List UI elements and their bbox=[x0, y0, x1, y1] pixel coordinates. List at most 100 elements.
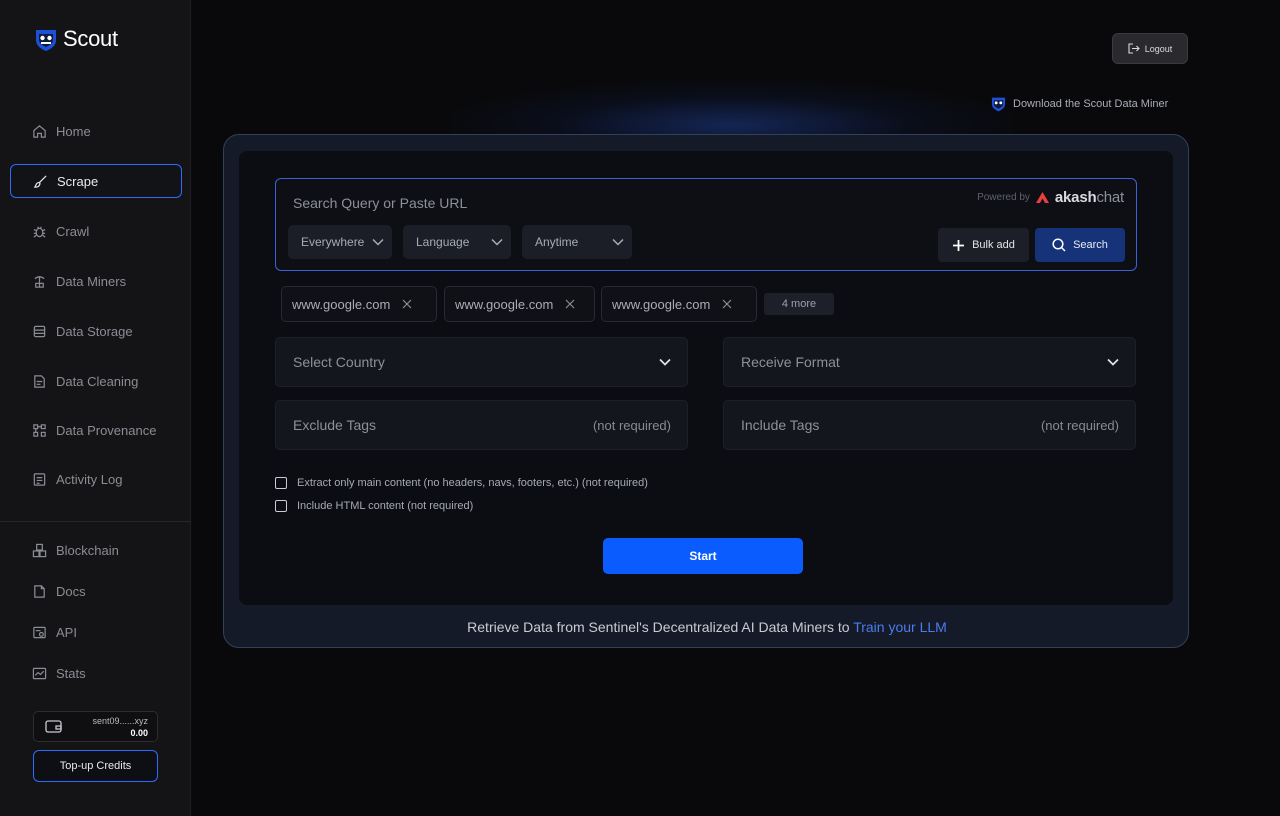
select-country-dropdown[interactable]: Select Country bbox=[275, 337, 688, 387]
filter-everywhere-dropdown[interactable]: Everywhere bbox=[288, 225, 392, 259]
sidebar-item-label: Crawl bbox=[56, 223, 90, 239]
train-llm-link[interactable]: Train your LLM bbox=[853, 619, 947, 635]
url-chip-label: www.google.com bbox=[292, 296, 391, 312]
sidebar-item-scrape[interactable]: Scrape bbox=[10, 164, 182, 198]
brand-suffix: chat bbox=[1096, 189, 1124, 206]
filter-label: Language bbox=[416, 235, 470, 249]
sidebar-item-home[interactable]: Home bbox=[10, 114, 182, 148]
chevron-down-icon bbox=[491, 238, 503, 246]
receive-format-dropdown[interactable]: Receive Format bbox=[723, 337, 1136, 387]
sidebar-divider bbox=[0, 521, 191, 522]
wallet-address: sent09......xyz bbox=[92, 716, 148, 726]
akash-logo-icon bbox=[1035, 191, 1049, 203]
sidebar-item-data-miners[interactable]: Data Miners bbox=[10, 264, 182, 298]
chevron-down-icon bbox=[659, 358, 671, 366]
url-chip-label: www.google.com bbox=[612, 296, 711, 312]
search-input[interactable]: Search Query or Paste URL bbox=[293, 195, 467, 211]
sidebar-item-label: Data Storage bbox=[56, 323, 133, 339]
close-icon[interactable] bbox=[722, 299, 732, 309]
topup-credits-button[interactable]: Top-up Credits bbox=[33, 750, 158, 782]
logout-button[interactable]: Logout bbox=[1112, 33, 1188, 64]
logo[interactable]: Scout bbox=[33, 26, 118, 52]
sidebar-item-data-storage[interactable]: Data Storage bbox=[10, 314, 182, 348]
chevron-down-icon bbox=[372, 238, 384, 246]
main-content-label: Extract only main content (no headers, n… bbox=[297, 477, 648, 489]
sidebar-item-label: Data Provenance bbox=[56, 422, 157, 438]
sidebar-item-activity-log[interactable]: Activity Log bbox=[10, 462, 182, 496]
format-placeholder: Receive Format bbox=[741, 354, 840, 370]
sidebar-item-blockchain[interactable]: Blockchain bbox=[10, 533, 182, 567]
sidebar-item-data-cleaning[interactable]: Data Cleaning bbox=[10, 364, 182, 398]
close-icon[interactable] bbox=[402, 299, 412, 309]
include-tags-input[interactable]: Include Tags (not required) bbox=[723, 400, 1136, 450]
more-urls-badge[interactable]: 4 more bbox=[764, 293, 834, 315]
filter-anytime-dropdown[interactable]: Anytime bbox=[522, 225, 632, 259]
sidebar-item-crawl[interactable]: Crawl bbox=[10, 214, 182, 248]
sidebar-item-label: Blockchain bbox=[56, 542, 119, 558]
scout-logo-icon bbox=[991, 97, 1006, 112]
search-label: Search bbox=[1073, 239, 1108, 251]
bulk-add-button[interactable]: Bulk add bbox=[938, 228, 1029, 262]
not-required-hint: (not required) bbox=[592, 417, 671, 433]
chevron-down-icon bbox=[612, 238, 624, 246]
chevron-down-icon bbox=[1107, 358, 1119, 366]
brush-icon bbox=[33, 174, 47, 188]
country-placeholder: Select Country bbox=[293, 354, 385, 370]
sidebar-item-label: Docs bbox=[56, 583, 86, 599]
start-button[interactable]: Start bbox=[603, 538, 803, 574]
url-chip[interactable]: www.google.com bbox=[601, 286, 757, 322]
sidebar-item-label: Home bbox=[56, 123, 91, 139]
powered-by: Powered by akashchat bbox=[977, 189, 1124, 206]
sidebar: Scout Home Scrape Crawl Data Miners Data… bbox=[0, 0, 191, 816]
wallet-icon bbox=[45, 720, 62, 733]
plus-icon bbox=[953, 239, 965, 251]
url-chip[interactable]: www.google.com bbox=[444, 286, 595, 322]
cleaning-icon bbox=[34, 374, 45, 388]
brand-name: akash bbox=[1054, 189, 1097, 206]
sidebar-item-data-provenance[interactable]: Data Provenance bbox=[10, 413, 182, 447]
include-tags-placeholder: Include Tags bbox=[741, 417, 820, 433]
sidebar-item-label: Activity Log bbox=[56, 471, 123, 487]
exclude-tags-input[interactable]: Exclude Tags (not required) bbox=[275, 400, 688, 450]
download-miner-link[interactable]: Download the Scout Data Miner bbox=[990, 95, 1168, 112]
blockchain-icon bbox=[32, 543, 47, 557]
sidebar-item-docs[interactable]: Docs bbox=[10, 574, 182, 608]
wallet-card[interactable]: sent09......xyz 0.00 bbox=[33, 711, 158, 742]
sidebar-item-label: Scrape bbox=[57, 173, 99, 189]
home-icon bbox=[33, 124, 46, 138]
miner-icon bbox=[34, 275, 45, 288]
html-content-checkbox-row[interactable]: Include HTML content (not required) bbox=[275, 500, 473, 512]
stats-icon bbox=[32, 667, 47, 679]
filter-label: Everywhere bbox=[301, 235, 365, 249]
sidebar-item-label: Stats bbox=[56, 665, 86, 681]
html-content-checkbox[interactable] bbox=[275, 500, 287, 512]
exclude-tags-placeholder: Exclude Tags bbox=[293, 417, 377, 433]
main-content: Logout Download the Scout Data Miner Sea… bbox=[192, 0, 1280, 816]
search-icon bbox=[1052, 238, 1066, 252]
search-button[interactable]: Search bbox=[1035, 228, 1125, 262]
docs-icon bbox=[34, 584, 45, 598]
app-name: Scout bbox=[63, 26, 118, 51]
url-chip-label: www.google.com bbox=[455, 296, 554, 312]
akash-chat-brand: akashchat bbox=[1055, 189, 1124, 206]
sidebar-item-stats[interactable]: Stats bbox=[10, 656, 182, 690]
close-icon[interactable] bbox=[565, 299, 575, 309]
scrape-form: Search Query or Paste URL Powered by aka… bbox=[239, 151, 1173, 605]
tagline-text: Retrieve Data from Sentinel's Decentrali… bbox=[467, 619, 854, 635]
filter-language-dropdown[interactable]: Language bbox=[403, 225, 511, 259]
main-content-checkbox-row[interactable]: Extract only main content (no headers, n… bbox=[275, 477, 648, 489]
wallet-balance: 0.00 bbox=[130, 728, 148, 738]
storage-icon bbox=[33, 325, 46, 337]
logout-icon bbox=[1128, 43, 1140, 54]
scout-logo-icon bbox=[36, 30, 56, 51]
api-icon bbox=[33, 626, 46, 638]
not-required-hint: (not required) bbox=[1040, 417, 1119, 433]
sidebar-item-api[interactable]: API bbox=[10, 615, 182, 649]
scrape-panel: Search Query or Paste URL Powered by aka… bbox=[223, 134, 1189, 648]
url-chip[interactable]: www.google.com bbox=[281, 286, 437, 322]
filter-label: Anytime bbox=[535, 235, 579, 249]
sidebar-item-label: Data Cleaning bbox=[56, 373, 139, 389]
search-box[interactable]: Search Query or Paste URL Powered by aka… bbox=[275, 178, 1137, 271]
html-content-label: Include HTML content (not required) bbox=[297, 500, 474, 512]
main-content-checkbox[interactable] bbox=[275, 477, 287, 489]
